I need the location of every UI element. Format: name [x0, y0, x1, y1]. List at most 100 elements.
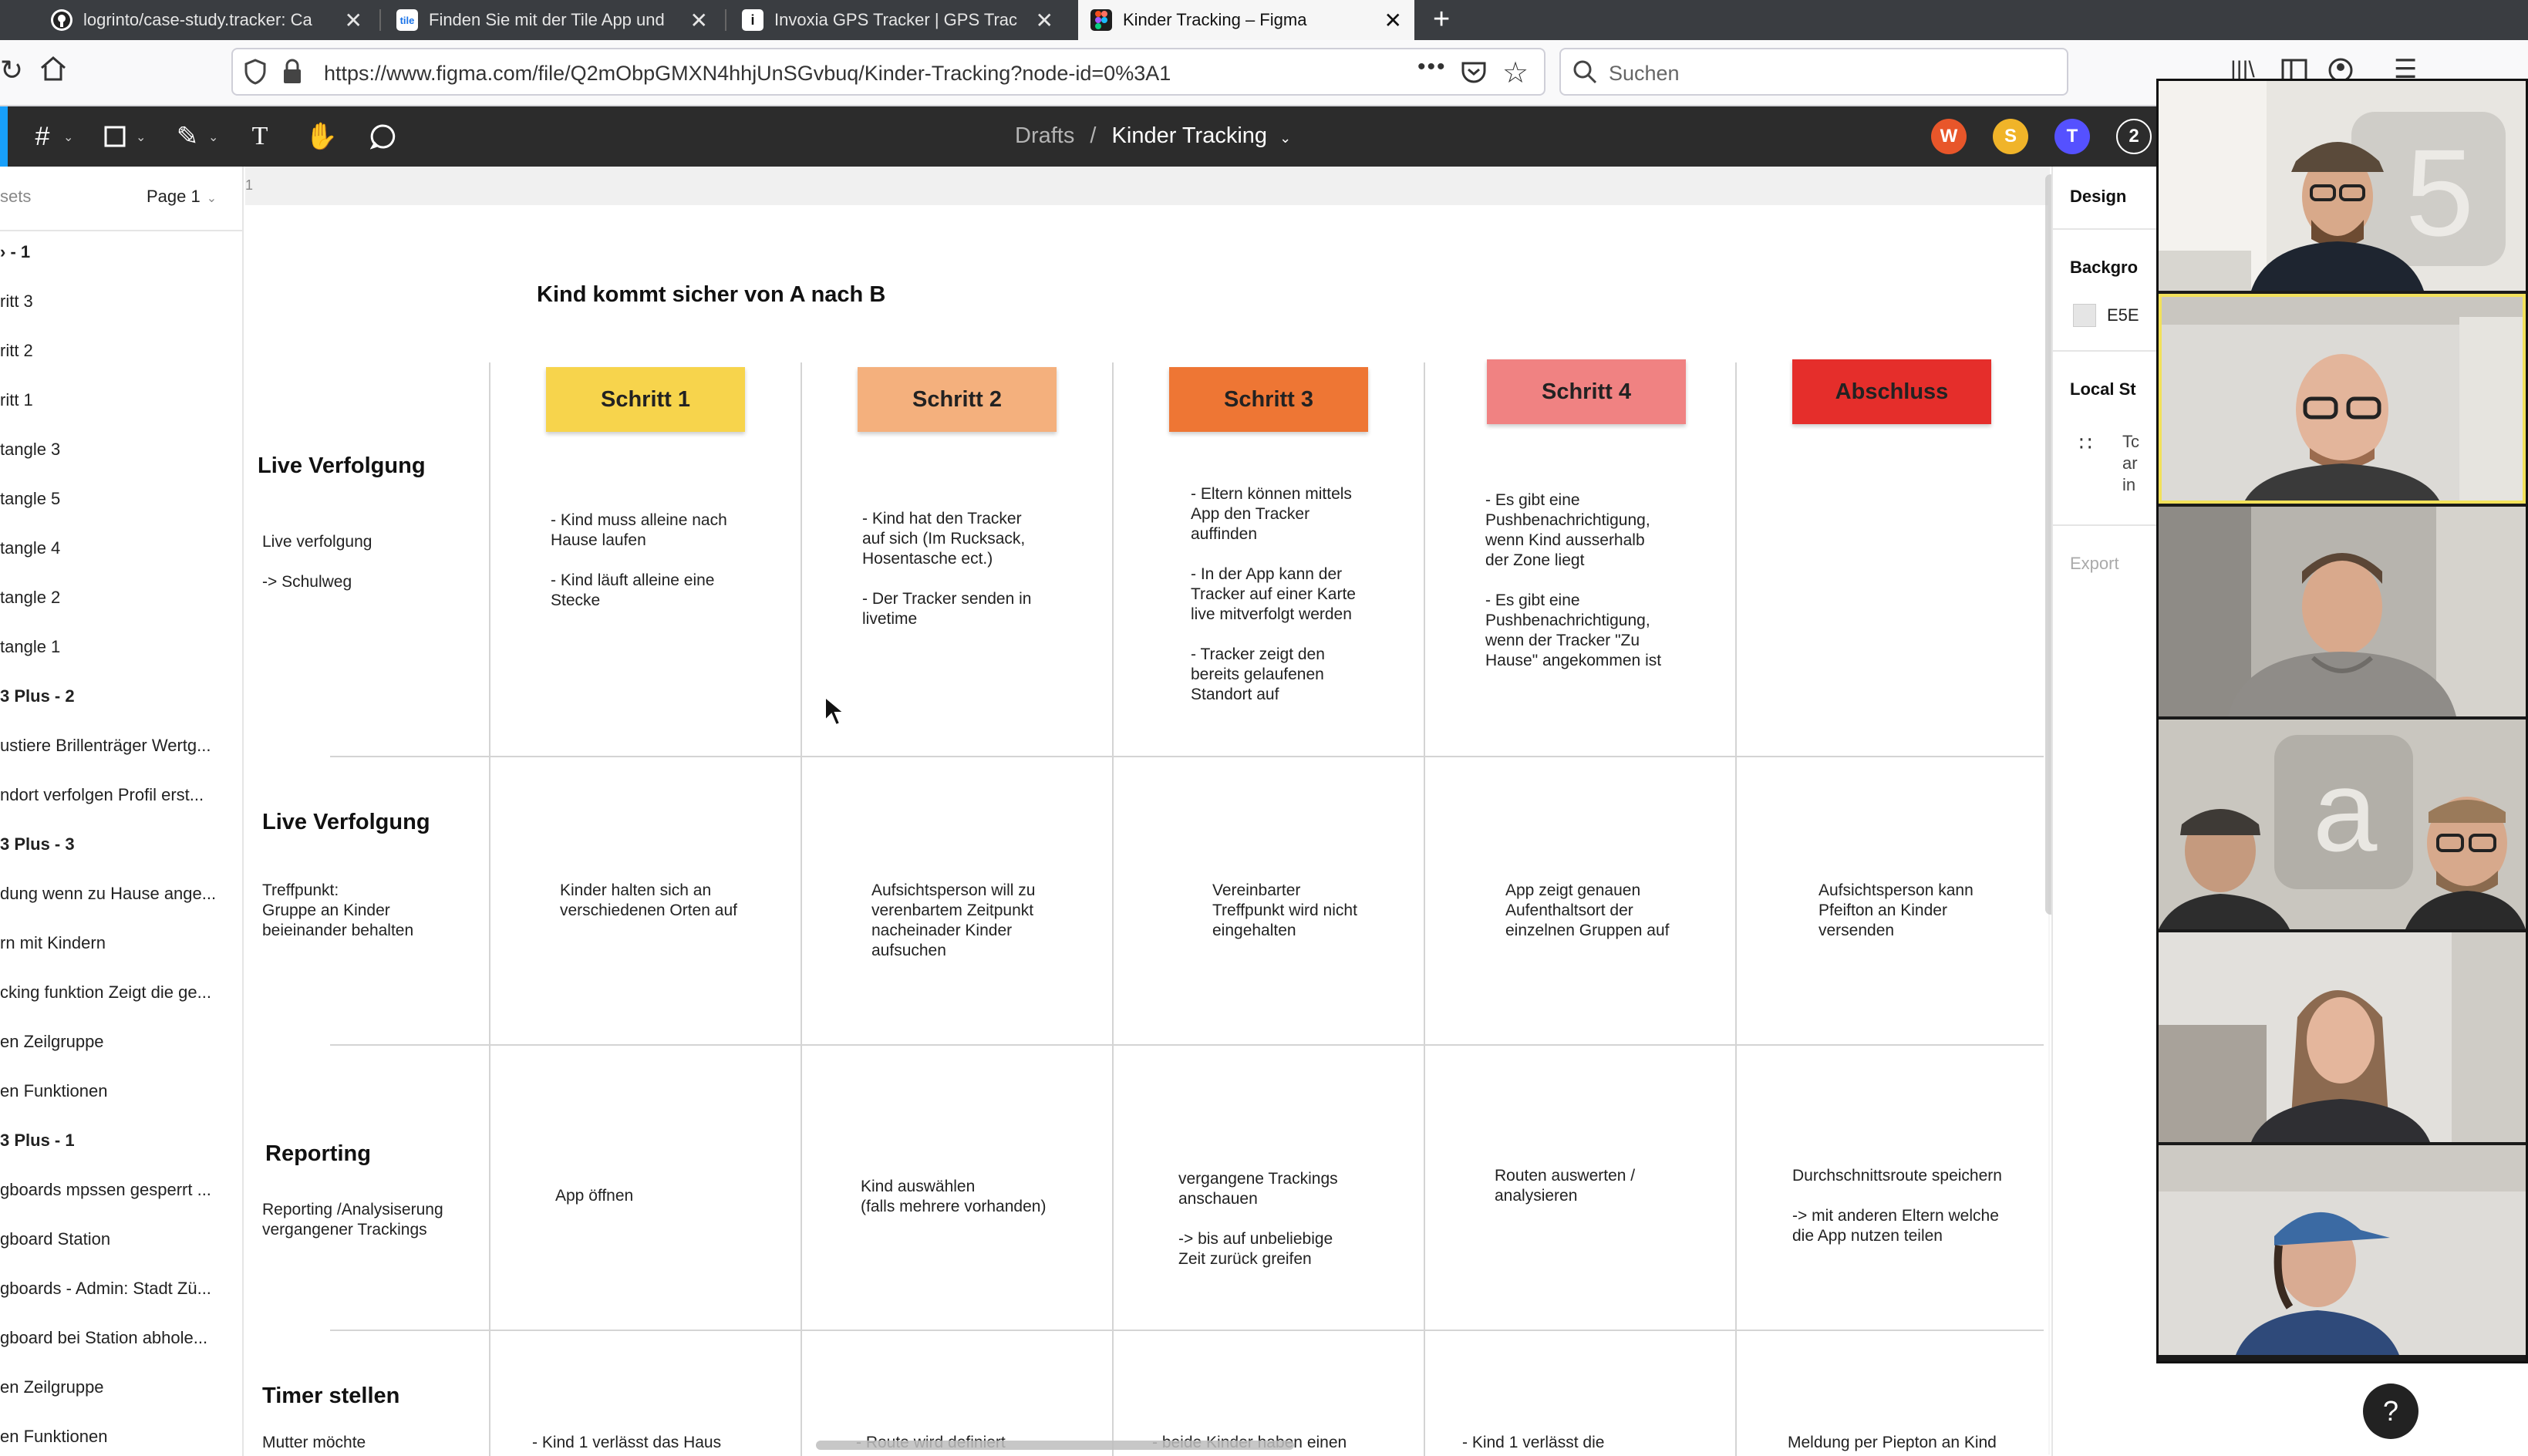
- journey-cell[interactable]: - Kind hat den Tracker auf sich (Im Ruck…: [862, 509, 1031, 629]
- journey-cell[interactable]: App öffnen: [555, 1186, 633, 1206]
- close-icon[interactable]: ✕: [1036, 8, 1053, 33]
- layer-item[interactable]: 3 Plus - 2: [0, 686, 239, 706]
- avatar[interactable]: W: [1931, 119, 1967, 154]
- journey-cell[interactable]: Aufsichtsperson kann Pfeifton an Kinder …: [1818, 881, 1974, 941]
- journey-cell[interactable]: Kinder halten sich an verschiedenen Orte…: [560, 881, 737, 921]
- participant-video-1[interactable]: 5: [2159, 81, 2526, 291]
- style-text[interactable]: in: [2122, 475, 2135, 495]
- participant-video-4[interactable]: a: [2159, 720, 2526, 929]
- shield-icon[interactable]: [244, 59, 267, 89]
- close-icon[interactable]: ✕: [1384, 8, 1402, 33]
- breadcrumb-folder[interactable]: Drafts: [1015, 123, 1074, 148]
- participant-video-2[interactable]: [2159, 294, 2526, 504]
- row-subtitle[interactable]: Live verfolgung -> Schulweg: [262, 532, 372, 592]
- pen-tool-icon[interactable]: ✎: [171, 120, 204, 153]
- step-sticky-abschluss[interactable]: Abschluss: [1792, 359, 1991, 424]
- row-title[interactable]: Live Verfolgung: [258, 453, 426, 479]
- row-subtitle[interactable]: Mutter möchte: [262, 1433, 366, 1453]
- journey-cell[interactable]: - Es gibt eine Pushbenachrichtigung, wen…: [1485, 490, 1661, 671]
- tab-github[interactable]: logrinto/case-study.tracker: Ca ✕: [39, 0, 375, 40]
- row-title[interactable]: Live Verfolgung: [262, 810, 430, 835]
- shape-tool-icon[interactable]: [99, 120, 131, 153]
- frame-tool-icon[interactable]: #: [26, 120, 59, 153]
- row-title[interactable]: Reporting: [265, 1141, 371, 1167]
- layer-item[interactable]: 3 Plus - 1: [0, 1131, 239, 1151]
- chevron-down-icon[interactable]: ⌄: [1279, 130, 1291, 146]
- layer-item[interactable]: tangle 3: [0, 440, 239, 460]
- layer-item[interactable]: tangle 2: [0, 588, 239, 608]
- participant-video-5[interactable]: [2159, 932, 2526, 1142]
- participant-video-6[interactable]: [2159, 1145, 2526, 1355]
- help-button[interactable]: ?: [2363, 1384, 2418, 1439]
- layer-item[interactable]: gboards mpssen gesperrt ...: [0, 1180, 239, 1200]
- layer-item[interactable]: ndort verfolgen Profil erst...: [0, 785, 239, 805]
- journey-cell[interactable]: Meldung per Piepton an Kind: [1788, 1433, 1997, 1453]
- layer-item[interactable]: tangle 5: [0, 489, 239, 509]
- home-icon[interactable]: [39, 54, 68, 87]
- layer-item[interactable]: gboards - Admin: Stadt Zü...: [0, 1279, 239, 1299]
- participant-video-3[interactable]: [2159, 507, 2526, 716]
- avatar-count[interactable]: 2: [2116, 119, 2152, 154]
- comment-tool-icon[interactable]: [367, 120, 399, 153]
- url-text[interactable]: https://www.figma.com/file/Q2mObpGMXN4hh…: [324, 62, 1171, 86]
- journey-cell[interactable]: Vereinbarter Treffpunkt wird nicht einge…: [1212, 881, 1357, 941]
- layer-item[interactable]: en Zeilgruppe: [0, 1377, 239, 1397]
- lock-icon[interactable]: [281, 59, 304, 89]
- close-icon[interactable]: ✕: [690, 8, 708, 33]
- layer-item[interactable]: ritt 2: [0, 341, 239, 361]
- layer-item[interactable]: gboard bei Station abhole...: [0, 1328, 239, 1348]
- step-sticky-4[interactable]: Schritt 4: [1487, 359, 1686, 424]
- text-tool-icon[interactable]: T: [244, 120, 276, 153]
- canvas[interactable]: 1 Kind kommt sicher von A nach B Schritt…: [245, 167, 2056, 1456]
- layer-item[interactable]: ritt 1: [0, 390, 239, 410]
- journey-cell[interactable]: Routen auswerten / analysieren: [1495, 1166, 1635, 1206]
- journey-cell[interactable]: Aufsichtsperson will zu verenbartem Zeit…: [871, 881, 1035, 961]
- journey-cell[interactable]: vergangene Trackings anschauen -> bis au…: [1178, 1169, 1338, 1269]
- background-value[interactable]: E5E: [2107, 305, 2139, 325]
- tab-figma[interactable]: Kinder Tracking – Figma ✕: [1078, 0, 1414, 40]
- row-subtitle[interactable]: Treffpunkt: Gruppe an Kinder beieinander…: [262, 881, 413, 941]
- layer-item[interactable]: 3 Plus - 3: [0, 834, 239, 854]
- hand-tool-icon[interactable]: ✋: [305, 120, 338, 153]
- journey-cell[interactable]: - Kind muss alleine nach Hause laufen - …: [551, 511, 727, 611]
- journey-cell[interactable]: Durchschnittsroute speichern -> mit ande…: [1792, 1166, 2002, 1246]
- new-tab-button[interactable]: +: [1433, 3, 1450, 36]
- avatar[interactable]: S: [1993, 119, 2028, 154]
- url-bar[interactable]: https://www.figma.com/file/Q2mObpGMXN4hh…: [231, 48, 1545, 96]
- chevron-down-icon[interactable]: ⌄: [208, 130, 218, 145]
- layer-item[interactable]: tangle 4: [0, 538, 239, 558]
- step-sticky-2[interactable]: Schritt 2: [858, 367, 1057, 432]
- export-label[interactable]: Export: [2070, 554, 2119, 574]
- step-sticky-3[interactable]: Schritt 3: [1169, 367, 1368, 432]
- tab-invoxia[interactable]: i Invoxia GPS Tracker | GPS Trac ✕: [730, 0, 1066, 40]
- journey-cell[interactable]: Kind auswählen (falls mehrere vorhanden): [861, 1177, 1046, 1217]
- chevron-down-icon[interactable]: ⌄: [136, 130, 146, 145]
- page-selector[interactable]: Page 1 ⌄: [147, 187, 217, 207]
- row-title[interactable]: Timer stellen: [262, 1384, 399, 1409]
- layer-item[interactable]: dung wenn zu Hause ange...: [0, 884, 239, 904]
- chevron-down-icon[interactable]: ⌄: [63, 130, 73, 145]
- tab-tile[interactable]: tile Finden Sie mit der Tile App und ✕: [384, 0, 720, 40]
- row-subtitle[interactable]: Reporting /Analysiserung vergangener Tra…: [262, 1200, 443, 1240]
- layer-item[interactable]: cking funktion Zeigt die ge...: [0, 982, 239, 1003]
- journey-cell[interactable]: - Kind 1 verlässt die: [1462, 1433, 1604, 1453]
- avatar[interactable]: T: [2054, 119, 2090, 154]
- layer-item[interactable]: ritt 3: [0, 292, 239, 312]
- style-text[interactable]: ar: [2122, 453, 2138, 474]
- close-icon[interactable]: ✕: [345, 8, 362, 33]
- horizontal-scrollbar[interactable]: [816, 1441, 1294, 1450]
- search-bar[interactable]: Suchen: [1559, 48, 2068, 96]
- step-sticky-1[interactable]: Schritt 1: [546, 367, 745, 432]
- journey-cell[interactable]: App zeigt genauen Aufenthaltsort der ein…: [1505, 881, 1670, 941]
- background-swatch[interactable]: [2073, 304, 2096, 327]
- layer-item[interactable]: en Zeilgruppe: [0, 1032, 239, 1052]
- layer-item[interactable]: rn mit Kindern: [0, 933, 239, 953]
- assets-tab[interactable]: sets: [0, 187, 31, 207]
- design-tab[interactable]: Design: [2070, 187, 2126, 207]
- layer-item[interactable]: ustiere Brillenträger Wertg...: [0, 736, 239, 756]
- bookmark-star-icon[interactable]: ☆: [1502, 56, 1529, 90]
- layer-item[interactable]: en Funktionen: [0, 1427, 239, 1447]
- layer-item[interactable]: gboard Station: [0, 1229, 239, 1249]
- layer-item[interactable]: tangle 1: [0, 637, 239, 657]
- layer-item[interactable]: en Funktionen: [0, 1081, 239, 1101]
